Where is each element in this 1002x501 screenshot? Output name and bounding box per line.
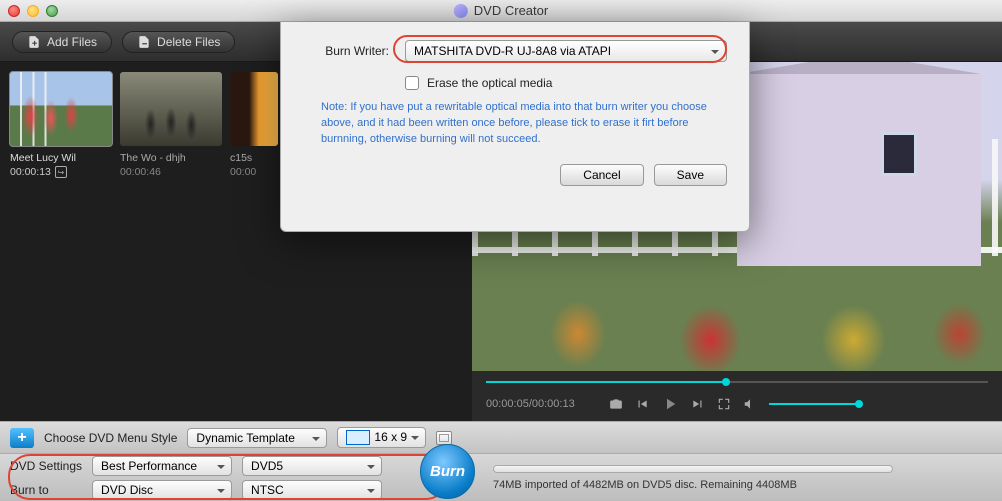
add-menu-button[interactable]: + bbox=[10, 428, 34, 448]
destination-value: DVD Disc bbox=[101, 483, 153, 497]
performance-value: Best Performance bbox=[101, 459, 197, 473]
burn-writer-dialog: Burn Writer: MATSHITA DVD-R UJ-8A8 via A… bbox=[280, 22, 750, 232]
burn-writer-value: MATSHITA DVD-R UJ-8A8 via ATAPI bbox=[414, 44, 611, 58]
menu-bar: + Choose DVD Menu Style Dynamic Template… bbox=[0, 421, 1002, 453]
clip-duration: 00:00:13 bbox=[10, 166, 51, 178]
cancel-label: Cancel bbox=[583, 168, 620, 182]
template-select[interactable]: Dynamic Template bbox=[187, 428, 327, 448]
template-value: Dynamic Template bbox=[196, 431, 294, 445]
add-files-label: Add Files bbox=[47, 35, 97, 49]
standard-select[interactable]: NTSC bbox=[242, 480, 382, 500]
burn-writer-select[interactable]: MATSHITA DVD-R UJ-8A8 via ATAPI bbox=[405, 40, 727, 62]
close-window-button[interactable] bbox=[8, 5, 20, 17]
volume-icon[interactable] bbox=[743, 397, 757, 411]
add-file-icon bbox=[27, 35, 41, 49]
import-progress bbox=[493, 465, 893, 473]
clip-duration: 00:00:46 bbox=[120, 166, 161, 178]
burn-label: Burn bbox=[430, 463, 465, 480]
delete-file-icon bbox=[137, 35, 151, 49]
zoom-window-button[interactable] bbox=[46, 5, 58, 17]
delete-files-label: Delete Files bbox=[157, 35, 220, 49]
titlebar: DVD Creator bbox=[0, 0, 1002, 22]
burn-button[interactable]: Burn bbox=[420, 444, 475, 499]
burn-bar: DVD Settings Best Performance DVD5 Burn … bbox=[0, 453, 1002, 501]
next-icon[interactable] bbox=[691, 397, 705, 411]
window-title: DVD Creator bbox=[474, 3, 548, 18]
clip-thumbnail bbox=[230, 72, 278, 146]
snapshot-icon[interactable] bbox=[609, 397, 623, 411]
burn-to-label: Burn to bbox=[10, 483, 82, 497]
clip-item[interactable]: Meet Lucy Wil 00:00:13 ↪ bbox=[10, 72, 112, 411]
minimize-window-button[interactable] bbox=[27, 5, 39, 17]
add-files-button[interactable]: Add Files bbox=[12, 31, 112, 53]
play-icon[interactable] bbox=[661, 395, 679, 413]
timecode: 00:00:05/00:00:13 bbox=[486, 398, 575, 410]
export-icon[interactable]: ↪ bbox=[55, 166, 67, 178]
cancel-button[interactable]: Cancel bbox=[560, 164, 643, 186]
clip-item[interactable]: c15s 00:00 bbox=[230, 72, 278, 411]
clip-thumbnail bbox=[10, 72, 112, 146]
clip-title: Meet Lucy Wil bbox=[10, 152, 112, 164]
menu-style-label: Choose DVD Menu Style bbox=[44, 431, 177, 445]
aspect-select[interactable]: 16 x 9 bbox=[337, 427, 426, 448]
clip-title: The Wo - dhjh bbox=[120, 152, 222, 164]
dialog-note: Note: If you have put a rewritable optic… bbox=[321, 100, 721, 148]
disc-type-value: DVD5 bbox=[251, 459, 283, 473]
burn-writer-label: Burn Writer: bbox=[303, 44, 389, 58]
dvd-settings-label: DVD Settings bbox=[10, 459, 82, 473]
clip-title: c15s bbox=[230, 152, 278, 164]
volume-slider[interactable] bbox=[769, 403, 859, 405]
app-icon bbox=[454, 4, 468, 18]
clip-duration: 00:00 bbox=[230, 166, 256, 178]
player-controls: 00:00:05/00:00:13 bbox=[472, 371, 1002, 421]
aspect-icon bbox=[346, 430, 370, 445]
aspect-value: 16 x 9 bbox=[374, 430, 407, 444]
fullscreen-icon[interactable] bbox=[717, 397, 731, 411]
clip-item[interactable]: The Wo - dhjh 00:00:46 bbox=[120, 72, 222, 411]
prev-icon[interactable] bbox=[635, 397, 649, 411]
layout-icon[interactable] bbox=[436, 431, 452, 445]
clip-thumbnail bbox=[120, 72, 222, 146]
save-label: Save bbox=[677, 168, 704, 182]
standard-value: NTSC bbox=[251, 483, 284, 497]
erase-checkbox[interactable] bbox=[405, 76, 419, 90]
save-button[interactable]: Save bbox=[654, 164, 727, 186]
destination-select[interactable]: DVD Disc bbox=[92, 480, 232, 500]
delete-files-button[interactable]: Delete Files bbox=[122, 31, 235, 53]
seek-bar[interactable] bbox=[486, 381, 988, 383]
disc-type-select[interactable]: DVD5 bbox=[242, 456, 382, 476]
import-status: 74MB imported of 4482MB on DVD5 disc. Re… bbox=[493, 479, 992, 491]
erase-label: Erase the optical media bbox=[427, 76, 552, 90]
performance-select[interactable]: Best Performance bbox=[92, 456, 232, 476]
